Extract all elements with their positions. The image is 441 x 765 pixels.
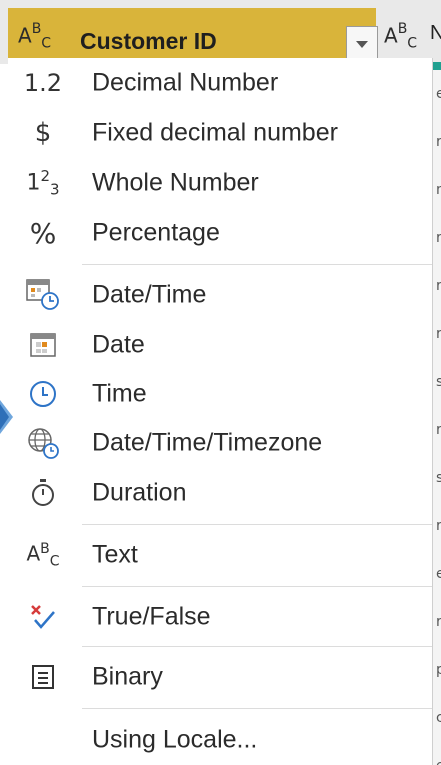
whole-number-icon: 123 — [26, 167, 60, 199]
grid-cell-fragment: r — [436, 326, 441, 342]
pointer-arrow-icon-inner — [0, 404, 9, 430]
grid-cell-fragment: r — [436, 614, 441, 630]
binary-icon — [18, 659, 68, 695]
text-type-icon: ABC — [26, 540, 60, 570]
grid-cell-fragment: e — [436, 758, 441, 765]
menu-item-label: Decimal Number — [92, 68, 279, 97]
menu-item-percentage[interactable]: % Percentage — [8, 209, 432, 257]
menu-item-label: Whole Number — [92, 168, 259, 197]
grid-cell-fragment: s — [436, 470, 441, 486]
menu-item-label: Duration — [92, 478, 187, 507]
menu-item-label: Time — [92, 379, 147, 408]
text-type-icon[interactable]: ABC — [18, 22, 51, 51]
grid-cell-fragment: n — [436, 182, 441, 198]
menu-separator — [82, 524, 432, 525]
menu-item-date[interactable]: Date — [8, 321, 432, 369]
grid-partial-column: e r n r r r s r s r e r p c e — [432, 62, 441, 765]
menu-item-time[interactable]: Time — [8, 370, 432, 418]
menu-item-label: Fixed decimal number — [92, 118, 338, 147]
column-filter-dropdown-button[interactable] — [346, 26, 378, 60]
menu-item-date-time[interactable]: Date/Time — [8, 271, 432, 319]
column-header-bar: ABC Customer ID ABC N — [0, 0, 441, 64]
menu-item-using-locale[interactable]: Using Locale... — [8, 716, 432, 764]
grid-cell-fragment: e — [436, 86, 441, 102]
grid-cell-fragment: r — [436, 518, 441, 534]
grid-cell-fragment: s — [436, 374, 441, 390]
grid-cell-fragment: e — [436, 566, 441, 582]
next-column-type-icon[interactable]: ABC — [384, 22, 417, 51]
menu-item-label: Date/Time/Timezone — [92, 428, 323, 457]
grid-cell-fragment: p — [436, 662, 441, 678]
menu-item-fixed-decimal-number[interactable]: $ Fixed decimal number — [8, 109, 432, 157]
decimal-number-icon: 1.2 — [23, 69, 63, 97]
next-column-title[interactable]: N — [430, 22, 441, 45]
chevron-down-icon — [356, 41, 368, 48]
dollar-icon: $ — [34, 118, 52, 148]
menu-item-label: Date — [92, 330, 145, 359]
menu-item-duration[interactable]: Duration — [8, 469, 432, 517]
menu-item-label: Using Locale... — [92, 725, 258, 754]
datetime-icon — [18, 277, 68, 313]
grid-cell-fragment: r — [436, 278, 441, 294]
menu-item-binary[interactable]: Binary — [8, 653, 432, 701]
menu-separator — [82, 708, 432, 709]
menu-item-date-time-timezone[interactable]: Date/Time/Timezone — [8, 419, 432, 467]
menu-separator — [82, 586, 432, 587]
menu-item-label: Percentage — [92, 218, 220, 247]
menu-item-decimal-number[interactable]: 1.2 Decimal Number — [8, 59, 432, 107]
menu-item-true-false[interactable]: True/False — [8, 593, 432, 641]
true-false-icon — [18, 599, 68, 635]
menu-item-label: Text — [92, 540, 138, 569]
grid-cell-fragment: r — [436, 422, 441, 438]
selected-column-header[interactable]: ABC Customer ID — [8, 8, 378, 60]
menu-separator — [82, 646, 432, 647]
globe-clock-icon — [18, 425, 68, 461]
calendar-icon — [18, 327, 68, 363]
grid-cell-fragment: r — [436, 134, 441, 150]
column-quality-bar — [433, 62, 441, 70]
percent-icon: % — [29, 216, 57, 250]
grid-cell-fragment: r — [436, 230, 441, 246]
data-type-menu: 1.2 Decimal Number $ Fixed decimal number 12… — [8, 58, 432, 765]
menu-separator — [82, 264, 432, 265]
menu-item-label: Binary — [92, 662, 163, 691]
stopwatch-icon — [18, 475, 68, 511]
menu-item-label: True/False — [92, 602, 211, 631]
column-title: Customer ID — [80, 28, 217, 54]
grid-cell-fragment: c — [436, 710, 441, 726]
menu-item-whole-number[interactable]: 123 Whole Number — [8, 159, 432, 207]
clock-icon — [18, 376, 68, 412]
menu-item-text[interactable]: ABC Text — [8, 531, 432, 579]
menu-item-label: Date/Time — [92, 280, 207, 309]
